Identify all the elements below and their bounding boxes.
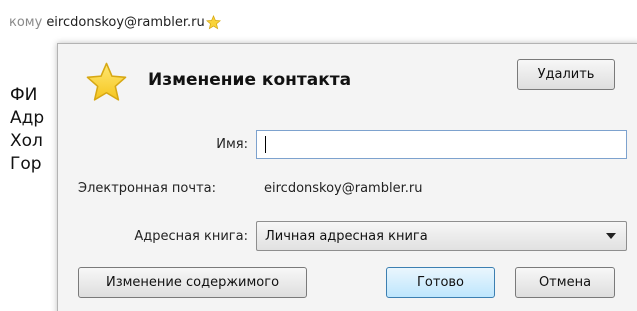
delete-button[interactable]: Удалить	[517, 59, 615, 90]
star-icon	[86, 62, 127, 101]
address-book-select[interactable]: Личная адресная книга	[256, 221, 627, 251]
email-label: Электронная почта:	[78, 181, 216, 196]
address-book-label: Адресная книга:	[134, 229, 248, 244]
body-line: ФИ	[10, 85, 38, 105]
body-line: Гор	[10, 154, 42, 174]
name-input[interactable]	[256, 130, 627, 159]
body-line: Хол	[10, 131, 43, 151]
to-label: кому	[9, 14, 43, 30]
message-body-lines: ФИ Адр Хол Гор	[10, 84, 44, 176]
email-value: eircdonskoy@rambler.ru	[264, 181, 423, 196]
chevron-down-icon	[606, 233, 616, 239]
body-line: Адр	[10, 108, 45, 128]
recipient-address[interactable]: eircdonskoy@rambler.ru	[46, 15, 204, 30]
edit-contact-popup: Изменение контакта Удалить Имя: Электрон…	[57, 43, 637, 311]
done-button[interactable]: Готово	[386, 267, 495, 298]
name-label: Имя:	[216, 137, 248, 152]
cancel-button[interactable]: Отмена	[515, 267, 615, 298]
edit-content-button[interactable]: Изменение содержимого	[78, 267, 307, 298]
recipient-line: кому eircdonskoy@rambler.ru	[9, 12, 221, 32]
dialog-title: Изменение контакта	[148, 70, 352, 90]
text-caret	[265, 136, 266, 153]
star-icon[interactable]	[205, 14, 221, 30]
compose-window: кому eircdonskoy@rambler.ru ФИ Адр Хол Г…	[0, 0, 637, 311]
address-book-value: Личная адресная книга	[265, 228, 428, 244]
